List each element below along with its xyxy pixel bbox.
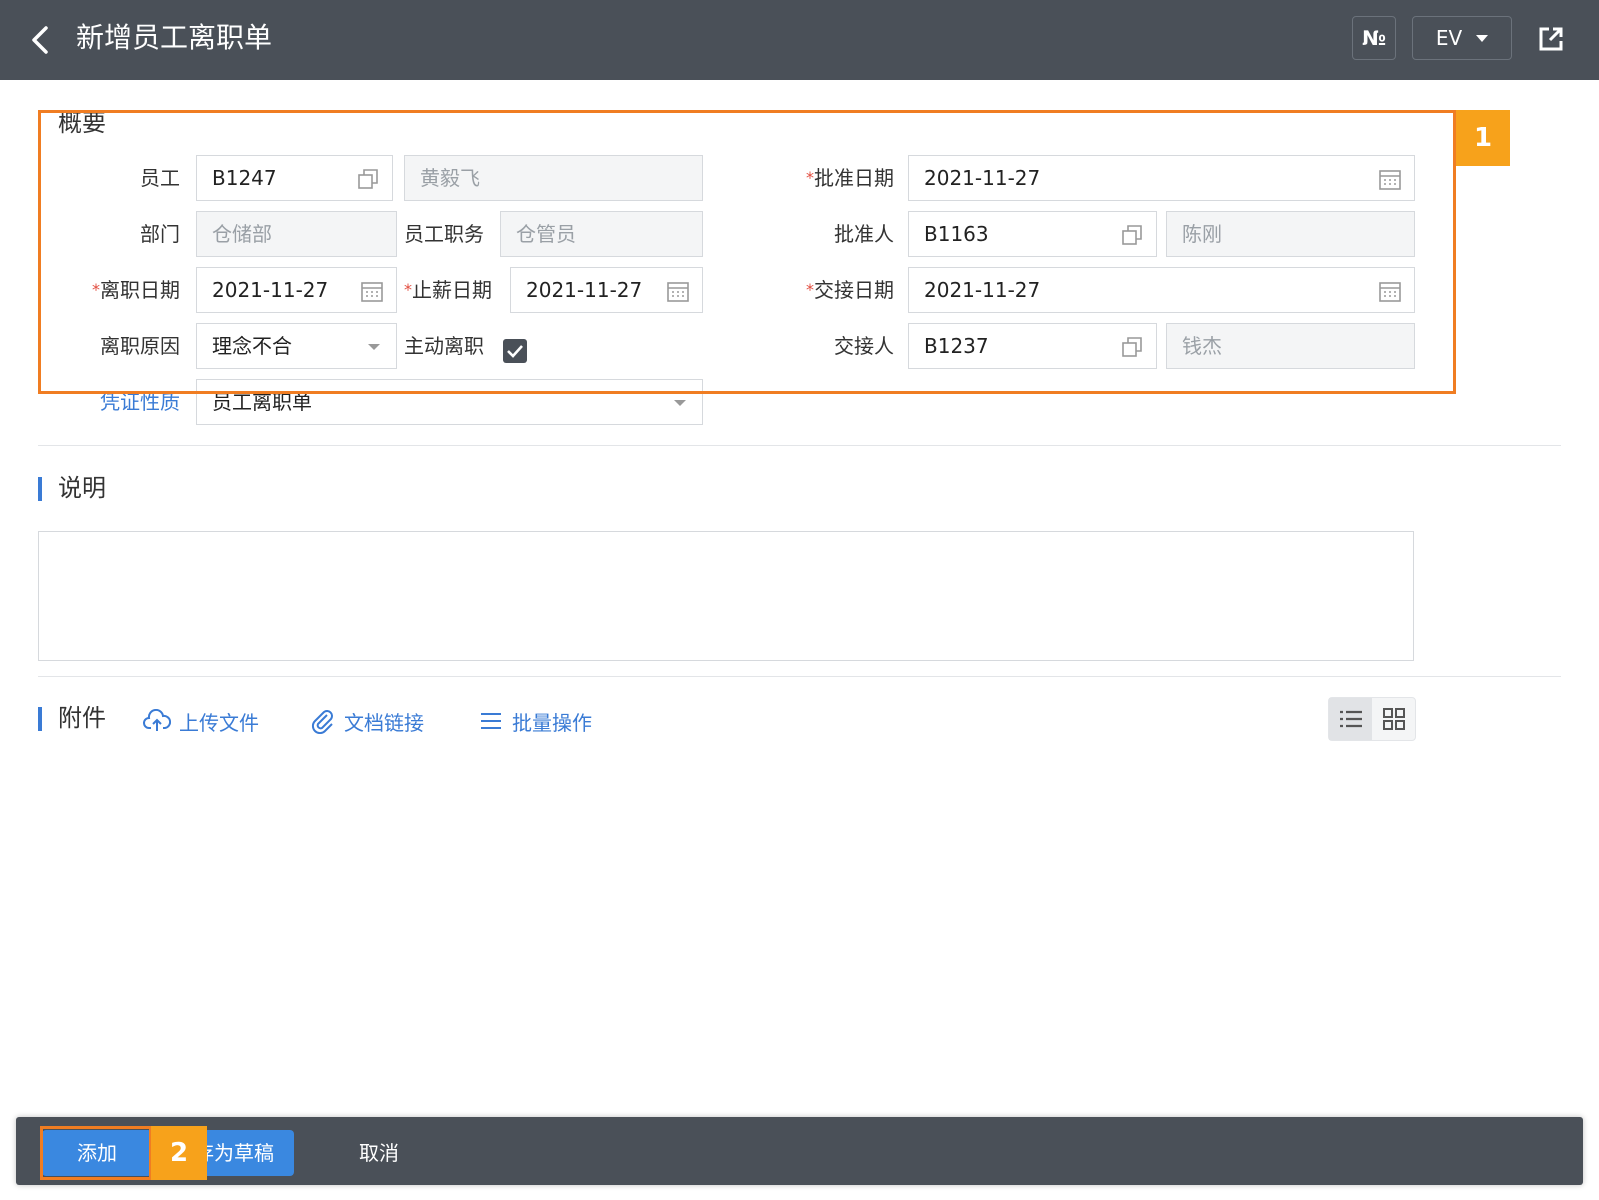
doc-link-label: 文档链接 bbox=[344, 710, 424, 735]
numbering-button[interactable]: № bbox=[1352, 16, 1396, 60]
list-view-button[interactable] bbox=[1329, 698, 1372, 740]
divider bbox=[38, 676, 1561, 677]
grid-icon bbox=[1382, 708, 1405, 730]
annotation-badge-1: 1 bbox=[1456, 110, 1510, 166]
divider bbox=[38, 445, 1561, 446]
annotation-box-2 bbox=[40, 1126, 152, 1180]
language-dropdown[interactable]: EV bbox=[1412, 16, 1512, 60]
attachments-section-title: 附件 bbox=[38, 703, 106, 733]
annotation-badge-2: 2 bbox=[151, 1126, 207, 1180]
share-icon[interactable] bbox=[1536, 24, 1566, 54]
upload-file-label: 上传文件 bbox=[179, 710, 259, 735]
list-icon bbox=[1339, 710, 1362, 728]
back-arrow-icon[interactable] bbox=[28, 22, 54, 58]
doc-link-link[interactable]: 文档链接 bbox=[310, 706, 424, 736]
batch-operation-label: 批量操作 bbox=[512, 710, 592, 735]
notes-textarea[interactable] bbox=[38, 531, 1414, 661]
caret-down-icon bbox=[674, 400, 686, 406]
cancel-button[interactable]: 取消 bbox=[334, 1130, 424, 1176]
view-toggle bbox=[1328, 697, 1416, 741]
batch-operation-link[interactable]: 批量操作 bbox=[478, 706, 592, 736]
cloud-upload-icon bbox=[143, 709, 171, 731]
notes-section-title: 说明 bbox=[38, 473, 106, 503]
language-label: EV bbox=[1435, 26, 1463, 50]
page-title: 新增员工离职单 bbox=[76, 21, 273, 54]
paperclip-icon bbox=[311, 710, 333, 734]
caret-down-icon bbox=[1476, 34, 1489, 42]
menu-lines-icon bbox=[481, 713, 501, 729]
top-bar: 新增员工离职单 № EV bbox=[0, 0, 1599, 80]
annotation-box-1 bbox=[38, 110, 1456, 394]
upload-file-link[interactable]: 上传文件 bbox=[143, 706, 259, 736]
grid-view-button[interactable] bbox=[1372, 698, 1415, 740]
